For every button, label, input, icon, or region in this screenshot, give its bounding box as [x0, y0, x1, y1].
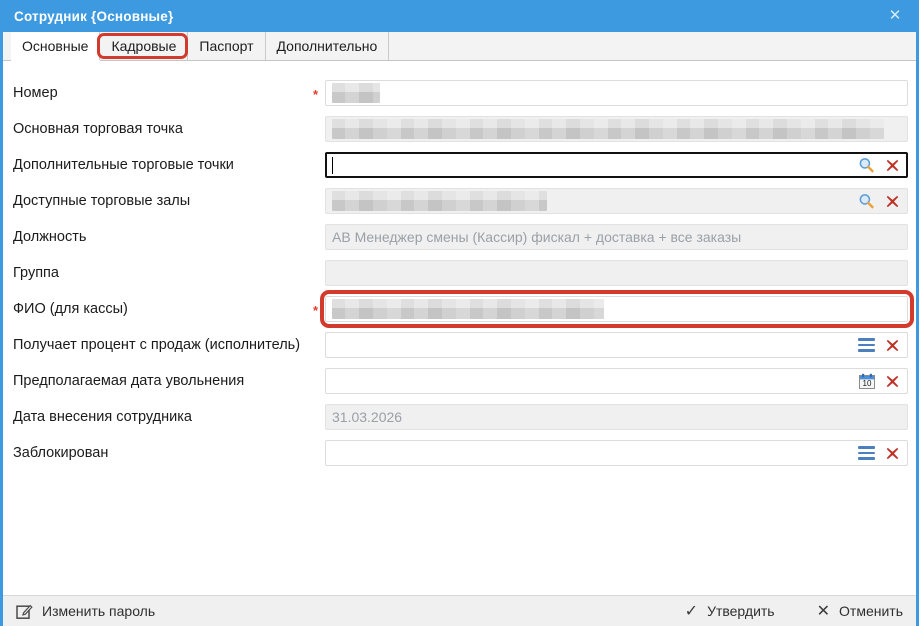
tab-osnovnye[interactable]: Основные: [11, 32, 100, 60]
list-select-icon[interactable]: [858, 446, 875, 460]
form-row-dolzhnost: Должность * АВ Менеджер смены (Кассир) ф…: [3, 219, 916, 255]
dialog-content: Основные Кадровые Паспорт Дополнительно …: [3, 32, 916, 626]
form-row-zablokirovan: Заблокирован *: [3, 435, 916, 471]
checkmark-icon: ✓: [685, 601, 698, 621]
gruppa-field: [325, 260, 908, 286]
employee-dialog-window: Сотрудник {Основные} ✕ Основные Кадровые…: [0, 0, 919, 626]
text-cursor: [332, 157, 333, 174]
cancel-label: Отменить: [839, 603, 903, 619]
approve-label: Утвердить: [707, 603, 775, 619]
fio-input[interactable]: [325, 296, 908, 322]
cancel-button[interactable]: ✕ Отменить: [817, 601, 903, 621]
field-label: Заблокирован: [13, 445, 313, 461]
form-row-procent: Получает процент с продаж (исполнитель) …: [3, 327, 916, 363]
field-label: Группа: [13, 265, 313, 281]
redacted-value: [332, 299, 604, 319]
tab-kadrovye[interactable]: Кадровые: [100, 32, 188, 60]
tab-label: Кадровые: [111, 38, 176, 54]
zablokirovan-input[interactable]: [325, 440, 908, 466]
search-icon[interactable]: [858, 157, 875, 174]
field-label: Дата внесения сотрудника: [13, 409, 313, 425]
change-password-label: Изменить пароль: [42, 603, 155, 619]
form-row-gruppa: Группа *: [3, 255, 916, 291]
form-row-data-uvolneniya: Предполагаемая дата увольнения *: [3, 363, 916, 399]
close-icon[interactable]: ✕: [885, 6, 905, 26]
field-label: Доступные торговые залы: [13, 193, 313, 209]
tab-pasport[interactable]: Паспорт: [188, 32, 265, 60]
calendar-icon[interactable]: 10: [859, 373, 875, 389]
tab-label: Паспорт: [199, 38, 253, 54]
approve-button[interactable]: ✓ Утвердить: [685, 601, 775, 621]
form-row-dostupnye-zaly: Доступные торговые залы *: [3, 183, 916, 219]
dop-tochki-input[interactable]: [325, 152, 908, 178]
svg-text:10: 10: [863, 379, 872, 388]
tab-label: Дополнительно: [277, 38, 378, 54]
field-label: Должность: [13, 229, 313, 245]
tab-dopolnitelno[interactable]: Дополнительно: [266, 32, 390, 60]
change-password-button[interactable]: Изменить пароль: [16, 603, 155, 620]
clear-x-icon[interactable]: [886, 195, 899, 208]
data-vneseniya-field: 31.03.2026: [325, 404, 908, 430]
nomer-input[interactable]: [325, 80, 908, 106]
form-row-osnovnaya-tochka: Основная торговая точка *: [3, 111, 916, 147]
data-vneseniya-value: 31.03.2026: [332, 409, 402, 425]
clear-x-icon[interactable]: [886, 159, 899, 172]
tab-label: Основные: [22, 38, 88, 54]
required-asterisk: *: [313, 301, 325, 318]
tab-bar: Основные Кадровые Паспорт Дополнительно: [3, 32, 916, 61]
form-row-data-vneseniya: Дата внесения сотрудника * 31.03.2026: [3, 399, 916, 435]
redacted-value: [332, 119, 884, 139]
field-label: ФИО (для кассы): [13, 301, 313, 317]
search-icon[interactable]: [858, 193, 875, 210]
form-row-fio: ФИО (для кассы) *: [3, 291, 916, 327]
field-label: Дополнительные торговые точки: [13, 157, 313, 173]
field-label: Получает процент с продаж (исполнитель): [13, 337, 313, 353]
dialog-titlebar: Сотрудник {Основные} ✕: [0, 0, 919, 32]
field-label: Предполагаемая дата увольнения: [13, 373, 313, 389]
field-label: Номер: [13, 85, 313, 101]
osnovnaya-tochka-field: [325, 116, 908, 142]
list-select-icon[interactable]: [858, 338, 875, 352]
redacted-value: [332, 83, 380, 103]
dolzhnost-value: АВ Менеджер смены (Кассир) фискал + дост…: [332, 229, 741, 245]
redacted-value: [332, 191, 547, 211]
form-row-nomer: Номер *: [3, 75, 916, 111]
dolzhnost-field: АВ Менеджер смены (Кассир) фискал + дост…: [325, 224, 908, 250]
form-row-dop-tochki: Дополнительные торговые точки *: [3, 147, 916, 183]
field-label: Основная торговая точка: [13, 121, 313, 137]
clear-x-icon[interactable]: [886, 375, 899, 388]
edit-pencil-icon: [16, 603, 33, 620]
clear-x-icon[interactable]: [886, 339, 899, 352]
employee-form: Номер * Основная торговая точка *: [3, 61, 916, 595]
data-uvolneniya-input[interactable]: 10: [325, 368, 908, 394]
procent-input[interactable]: [325, 332, 908, 358]
dialog-title: Сотрудник {Основные}: [14, 9, 173, 24]
clear-x-icon[interactable]: [886, 447, 899, 460]
x-icon: ✕: [817, 601, 830, 621]
required-asterisk: *: [313, 85, 325, 102]
dostupnye-zaly-field[interactable]: [325, 188, 908, 214]
dialog-footer: Изменить пароль ✓ Утвердить ✕ Отменить: [3, 595, 916, 626]
